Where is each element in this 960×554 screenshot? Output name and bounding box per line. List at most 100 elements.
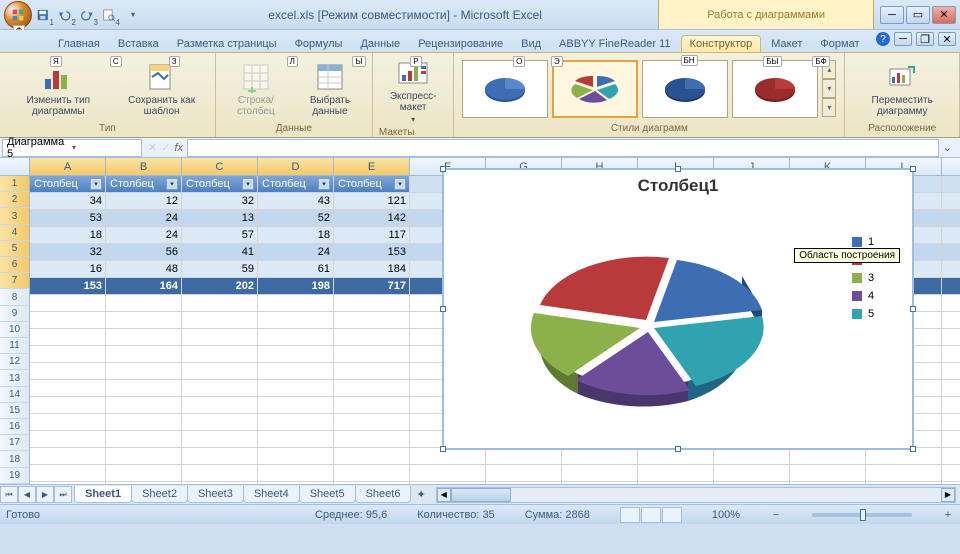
cell[interactable] <box>258 465 334 482</box>
cell[interactable] <box>942 312 960 329</box>
redo-icon[interactable]: 3 <box>80 6 98 24</box>
column-header[interactable]: B <box>106 158 182 175</box>
row-header[interactable]: 6 <box>0 257 30 273</box>
cell[interactable] <box>714 448 790 465</box>
chart-style-4[interactable] <box>732 60 818 118</box>
cell[interactable] <box>182 295 258 312</box>
sheet-nav-first-icon[interactable]: ⏮ <box>0 486 18 503</box>
cell[interactable] <box>258 482 334 484</box>
cell[interactable]: 18 <box>30 227 106 244</box>
cell[interactable] <box>562 482 638 484</box>
row-header[interactable]: 14 <box>0 387 30 403</box>
cell[interactable] <box>258 295 334 312</box>
cell[interactable] <box>182 363 258 380</box>
cell[interactable] <box>106 346 182 363</box>
cell[interactable] <box>942 448 960 465</box>
cell[interactable] <box>942 210 960 227</box>
cell[interactable]: 12 <box>106 193 182 210</box>
view-page-break-icon[interactable] <box>662 507 682 523</box>
cell[interactable] <box>30 431 106 448</box>
cell[interactable] <box>942 346 960 363</box>
zoom-in-icon[interactable]: + <box>942 509 954 521</box>
filter-icon[interactable]: ▾ <box>242 178 254 190</box>
cell[interactable] <box>106 465 182 482</box>
cell[interactable] <box>30 363 106 380</box>
cell[interactable] <box>942 363 960 380</box>
doc-minimize-button[interactable]: ─ <box>894 32 912 46</box>
column-header[interactable]: E <box>334 158 410 175</box>
cell[interactable] <box>562 465 638 482</box>
cell[interactable] <box>942 431 960 448</box>
select-data-button[interactable]: Выбрать данные <box>294 59 366 119</box>
row-header[interactable]: 11 <box>0 338 30 354</box>
cell[interactable] <box>30 397 106 414</box>
row-header[interactable]: 5 <box>0 241 30 257</box>
cell[interactable] <box>334 431 410 448</box>
filter-icon[interactable]: ▾ <box>394 178 406 190</box>
cell[interactable] <box>182 346 258 363</box>
cell[interactable] <box>942 295 960 312</box>
save-icon[interactable]: 1 <box>36 6 54 24</box>
cell[interactable] <box>334 329 410 346</box>
sheet-tab[interactable]: Sheet4 <box>243 486 300 503</box>
sheet-tab[interactable]: Sheet5 <box>299 486 356 503</box>
maximize-button[interactable]: ▭ <box>906 6 930 24</box>
legend-item[interactable]: 4 <box>852 290 912 302</box>
close-button[interactable]: ✕ <box>932 6 956 24</box>
cell[interactable]: Столбец▾ <box>334 176 410 193</box>
undo-icon[interactable]: 2 <box>58 6 76 24</box>
cell[interactable]: 117 <box>334 227 410 244</box>
row-header[interactable]: 18 <box>0 451 30 467</box>
cell[interactable] <box>182 431 258 448</box>
chart-legend[interactable]: 12345 <box>852 196 912 436</box>
cell[interactable]: 121 <box>334 193 410 210</box>
cell[interactable]: 717 <box>334 278 410 295</box>
enter-formula-icon[interactable]: ✓ <box>161 141 170 154</box>
cell[interactable] <box>942 244 960 261</box>
cell[interactable] <box>182 414 258 431</box>
cell[interactable]: Столбец▾ <box>30 176 106 193</box>
cell[interactable] <box>942 261 960 278</box>
move-chart-button[interactable]: Переместить диаграмму <box>851 59 953 119</box>
cell[interactable] <box>106 431 182 448</box>
horizontal-scrollbar[interactable]: ◀ ▶ <box>436 487 956 503</box>
cell[interactable]: Столбец▾ <box>182 176 258 193</box>
ribbon-tab[interactable]: Вставка <box>110 36 167 52</box>
row-header[interactable]: 17 <box>0 435 30 451</box>
cell[interactable]: 34 <box>30 193 106 210</box>
cell[interactable] <box>942 397 960 414</box>
chart-style-1[interactable] <box>462 60 548 118</box>
cell[interactable] <box>486 482 562 484</box>
cell[interactable]: 142 <box>334 210 410 227</box>
legend-item[interactable]: 1 <box>852 236 912 248</box>
cell[interactable]: 53 <box>30 210 106 227</box>
column-header[interactable]: D <box>258 158 334 175</box>
cell[interactable] <box>334 346 410 363</box>
chart-style-2[interactable] <box>552 60 638 118</box>
row-header[interactable]: 9 <box>0 306 30 322</box>
ribbon-tab[interactable]: Главная <box>50 36 108 52</box>
cell[interactable] <box>30 482 106 484</box>
ribbon-tab[interactable]: Конструктор <box>681 35 762 52</box>
cell[interactable] <box>258 363 334 380</box>
cell[interactable] <box>182 465 258 482</box>
print-preview-icon[interactable]: 4 <box>102 6 120 24</box>
column-header[interactable]: C <box>182 158 258 175</box>
cell[interactable] <box>106 363 182 380</box>
row-header[interactable]: 10 <box>0 322 30 338</box>
gallery-more-icon[interactable]: ▾ <box>822 98 836 117</box>
row-header[interactable]: 7 <box>0 273 30 289</box>
sheet-tab[interactable]: Sheet2 <box>131 486 188 503</box>
sheet-nav-last-icon[interactable]: ⏭ <box>54 486 72 503</box>
cell[interactable] <box>258 431 334 448</box>
fx-icon[interactable]: fx <box>174 142 183 154</box>
legend-item[interactable]: 3 <box>852 272 912 284</box>
cell[interactable] <box>410 448 486 465</box>
cell[interactable] <box>106 448 182 465</box>
cell[interactable]: 59 <box>182 261 258 278</box>
cell[interactable] <box>410 482 486 484</box>
save-as-template-button[interactable]: Сохранить как шаблон <box>115 59 209 119</box>
cell[interactable] <box>942 329 960 346</box>
select-all-corner[interactable] <box>0 158 30 175</box>
cell[interactable] <box>790 465 866 482</box>
